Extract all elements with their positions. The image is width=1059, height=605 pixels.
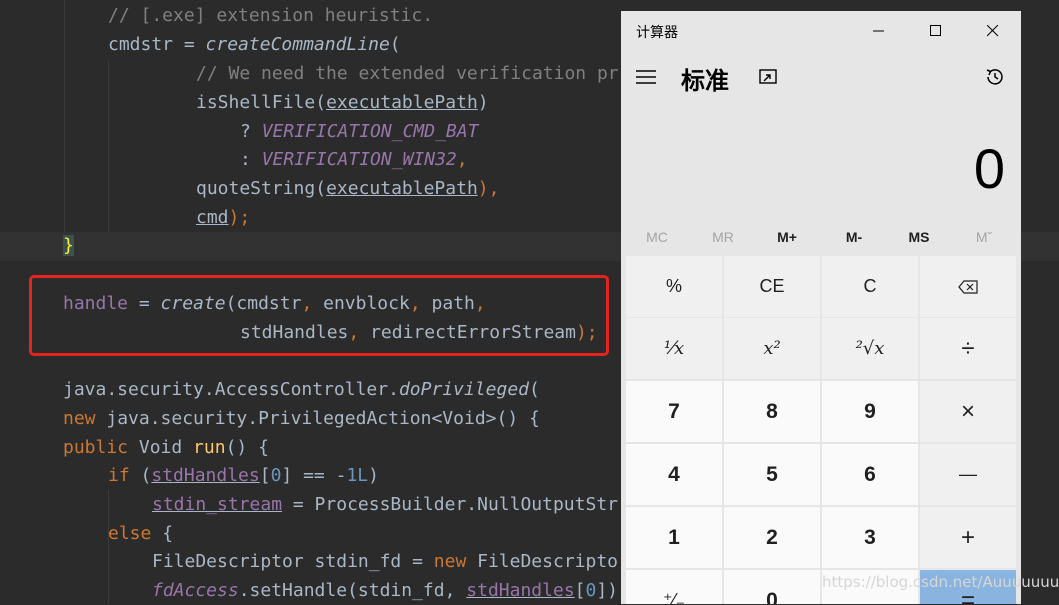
memory-store-button[interactable]: MS [886,224,952,250]
negate-button[interactable]: ⁺⁄₋ [626,570,722,604]
plus-button[interactable]: + [920,507,1016,568]
history-button[interactable] [982,64,1008,90]
memory-clear-button[interactable]: MC [624,224,690,250]
digit-3-button[interactable]: 3 [822,507,918,568]
result-display: 0 [973,137,1005,200]
digit-0-button[interactable]: 0 [724,570,820,604]
digit-1-button[interactable]: 1 [626,507,722,568]
code-line: : VERIFICATION_WIN32, [240,149,468,170]
code-line: } [63,235,74,256]
minus-button[interactable]: — [920,444,1016,505]
code-line: if (stdHandles[0] == -1L) [108,465,379,486]
digit-8-button[interactable]: 8 [724,381,820,442]
divide-button[interactable]: ÷ [920,318,1016,379]
history-icon [986,69,1003,85]
menu-button[interactable] [629,60,663,94]
indent-guide [108,60,109,232]
code-line: // We need the extended verification pr [196,63,619,84]
memory-row: MC MR M+ M- MS Mˇ [621,224,1021,250]
clear-entry-button[interactable]: CE [724,256,820,317]
percent-button[interactable]: % [626,256,722,317]
square-button[interactable]: x² [724,318,820,379]
code-line: java.security.AccessController.doPrivile… [63,379,540,400]
memory-recall-button[interactable]: MR [690,224,756,250]
minimize-icon [872,30,884,32]
maximize-icon [929,25,941,36]
memory-subtract-button[interactable]: M- [821,224,887,250]
code-line: cmd); [196,207,251,228]
calculator-header: 标准 [621,56,1021,100]
hamburger-menu-icon [636,70,656,84]
highlight-box [29,275,609,356]
close-button[interactable] [964,11,1021,51]
minimize-button[interactable] [850,11,907,51]
maximize-button[interactable] [907,11,964,51]
digit-7-button[interactable]: 7 [626,381,722,442]
keep-on-top-icon [759,69,777,84]
code-line: // [.exe] extension heuristic. [108,5,434,26]
digit-4-button[interactable]: 4 [626,444,722,505]
memory-add-button[interactable]: M+ [754,224,820,250]
digit-9-button[interactable]: 9 [822,381,918,442]
calculator-window: 计算器 标准 0 MC MR M+ M- MS Mˇ % CE C ¹⁄x x²… [621,11,1021,604]
reciprocal-button[interactable]: ¹⁄x [626,318,722,379]
backspace-icon [958,279,978,294]
code-line: stdin_stream = ProcessBuilder.NullOutput… [152,494,618,515]
mode-title: 标准 [681,68,729,95]
code-line: FileDescriptor stdin_fd = new FileDescri… [152,551,619,572]
memory-list-button[interactable]: Mˇ [951,224,1017,250]
digit-5-button[interactable]: 5 [724,444,820,505]
code-line: cmdstr = createCommandLine( [108,34,401,55]
code-line: public Void run() { [63,437,269,458]
close-icon [986,25,998,37]
clear-button[interactable]: C [822,256,918,317]
watermark: https://blog.csdn.net/Auuuuuuuu [822,573,1059,591]
digit-2-button[interactable]: 2 [724,507,820,568]
code-line: else { [108,523,174,544]
square-root-button[interactable]: ²√x [822,318,918,379]
code-line: quoteString(executablePath), [196,178,500,199]
code-line: new java.security.PrivilegedAction<Void>… [63,408,540,429]
code-line: fdAccess.setHandle(stdin_fd, stdHandles[… [152,580,619,601]
title-bar[interactable]: 计算器 [621,11,1021,51]
backspace-button[interactable] [920,256,1016,317]
code-line: isShellFile(executablePath) [196,92,489,113]
digit-6-button[interactable]: 6 [822,444,918,505]
multiply-button[interactable]: × [920,381,1016,442]
keep-on-top-button[interactable] [755,64,781,90]
code-line: ? VERIFICATION_CMD_BAT [240,121,479,142]
window-title: 计算器 [636,24,678,40]
indent-guide [64,0,65,232]
